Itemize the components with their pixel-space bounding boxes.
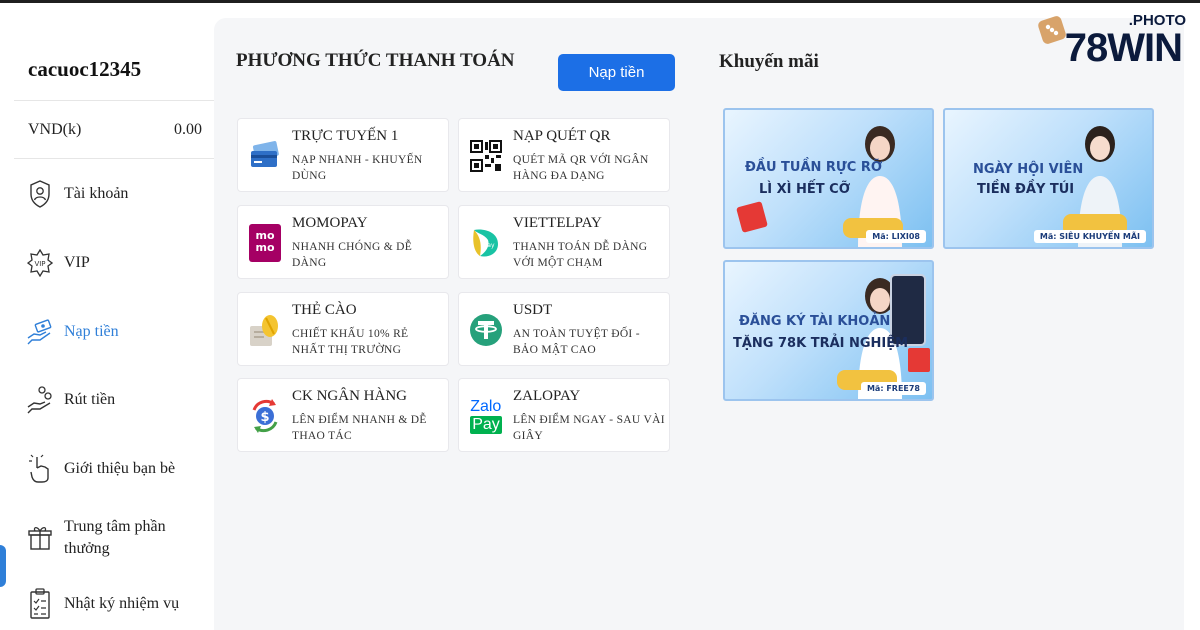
- sidebar-item-rewards[interactable]: Trung tâm phần thưởng: [26, 516, 212, 560]
- sidebar-item-label: Nhật ký nhiệm vụ: [64, 595, 180, 612]
- viettelpay-logo-icon: pay: [468, 223, 504, 263]
- floating-side-tab[interactable]: [0, 545, 6, 587]
- balance-value: 0.00: [174, 121, 202, 138]
- sidebar-item-label: Nạp tiền: [64, 323, 119, 340]
- promo-line1: NGÀY HỘI VIÊN: [973, 162, 1084, 177]
- promo-line1: ĐẦU TUẦN RỰC RỠ: [745, 160, 883, 175]
- payment-method-title: VIETTELPAY: [513, 215, 602, 231]
- payment-method-title: NẠP QUÉT QR: [513, 128, 611, 144]
- promo-banner-register[interactable]: ĐĂNG KÝ TÀI KHOẢN TẶNG 78K TRẢI NGHIỆM M…: [723, 260, 934, 401]
- payment-method-desc: AN TOÀN TUYỆT ĐỐI - BẢO MẬT CAO: [513, 328, 640, 356]
- divider: [14, 100, 214, 101]
- payment-method-desc: QUÉT MÃ QR VỚI NGÂN HÀNG ĐA DẠNG: [513, 154, 649, 182]
- qr-code-icon: [468, 136, 504, 176]
- brand-logo: .PHOTO 78WIN: [1036, 12, 1186, 72]
- payment-method-online[interactable]: TRỰC TUYẾN 1 NẠP NHANH - KHUYẾN DÙNG: [237, 118, 449, 192]
- zalopay-logo-icon: Zalo Pay: [468, 396, 504, 436]
- promo-code: Mã: FREE78: [860, 382, 926, 395]
- sidebar-item-missions[interactable]: Nhật ký nhiệm vụ: [26, 588, 212, 619]
- deposit-hand-icon: [26, 317, 54, 347]
- sidebar-item-label: VIP: [64, 254, 90, 271]
- user-shield-icon: [26, 179, 54, 209]
- momo-logo-icon: mo mo: [247, 223, 283, 263]
- scratch-card-icon: [247, 310, 283, 350]
- svg-text:VIP: VIP: [34, 260, 45, 268]
- svg-text:$: $: [260, 410, 269, 425]
- promo-banner-monday[interactable]: ĐẦU TUẦN RỰC RỠ LÌ XÌ HẾT CỠ Mã: LIXI08: [723, 108, 934, 249]
- payment-method-scratch-card[interactable]: THẺ CÀO CHIẾT KHẤU 10% RẺ NHẤT THỊ TRƯỜN…: [237, 292, 449, 366]
- sidebar-item-label: Giới thiệu bạn bè: [64, 460, 176, 477]
- zalopay-logo-text-zalo: Zalo: [470, 398, 502, 415]
- tether-logo-icon: [468, 310, 504, 350]
- zalopay-logo-text-pay: Pay: [470, 416, 502, 434]
- payment-method-qr[interactable]: NẠP QUÉT QR QUÉT MÃ QR VỚI NGÂN HÀNG ĐA …: [458, 118, 670, 192]
- promo-line2: LÌ XÌ HẾT CỠ: [759, 182, 851, 197]
- main-panel: PHƯƠNG THỨC THANH TOÁN Nạp tiền TRỰC TUY…: [214, 18, 1184, 630]
- credit-card-icon: [247, 136, 283, 176]
- logo-text: 78WIN: [1064, 26, 1183, 70]
- deposit-button[interactable]: Nạp tiền: [558, 54, 675, 91]
- promo-line2: TẶNG 78K TRẢI NGHIỆM: [733, 336, 909, 351]
- payment-method-momo[interactable]: mo mo MOMOPAY NHANH CHÓNG & DỄ DÀNG: [237, 205, 449, 279]
- payment-method-title: THẺ CÀO: [292, 302, 357, 318]
- sidebar-item-vip[interactable]: VIP VIP: [26, 248, 212, 278]
- payment-method-bank-transfer[interactable]: $ CK NGÂN HÀNG LÊN ĐIỂM NHANH & DỄ THAO …: [237, 378, 449, 452]
- username: cacuoc12345: [28, 57, 142, 81]
- balance-label: VND(k): [28, 121, 82, 138]
- vip-badge-icon: VIP: [26, 248, 54, 278]
- payment-methods-title: PHƯƠNG THỨC THANH TOÁN: [236, 50, 515, 71]
- promo-line2: TIỀN ĐẦY TÚI: [977, 182, 1075, 197]
- promo-code: Mã: SIÊU KHUYẾN MÃI: [1033, 230, 1146, 243]
- payment-method-title: ZALOPAY: [513, 388, 581, 404]
- sidebar-item-label: Tài khoản: [64, 185, 129, 202]
- gift-box-icon: [908, 348, 930, 372]
- payment-method-desc: CHIẾT KHẤU 10% RẺ NHẤT THỊ TRƯỜNG: [292, 328, 409, 356]
- payment-method-title: USDT: [513, 302, 553, 318]
- account-sidebar: cacuoc12345 VND(k) 0.00 Tài khoản VIP VI…: [14, 3, 214, 630]
- payment-method-desc: NHANH CHÓNG & DỄ DÀNG: [292, 241, 413, 269]
- sidebar-item-label: Trung tâm phần thưởng: [64, 518, 166, 557]
- sidebar-item-deposit[interactable]: Nạp tiền: [26, 317, 212, 347]
- gift-icon: [26, 523, 54, 553]
- divider: [14, 158, 214, 159]
- sidebar-item-account[interactable]: Tài khoản: [26, 179, 212, 209]
- payment-method-desc: LÊN ĐIỂM NHANH & DỄ THAO TÁC: [292, 414, 427, 442]
- payment-method-title: CK NGÂN HÀNG: [292, 388, 407, 404]
- withdraw-hand-icon: [26, 385, 54, 415]
- sidebar-item-withdraw[interactable]: Rút tiền: [26, 385, 212, 415]
- payment-method-viettelpay[interactable]: pay VIETTELPAY THANH TOÁN DỄ DÀNG VỚI MỘ…: [458, 205, 670, 279]
- payment-method-desc: LÊN ĐIỂM NGAY - SAU VÀI GIÂY: [513, 414, 665, 442]
- payment-method-usdt[interactable]: USDT AN TOÀN TUYỆT ĐỐI - BẢO MẬT CAO: [458, 292, 670, 366]
- promo-banner-member-day[interactable]: NGÀY HỘI VIÊN TIỀN ĐẦY TÚI Mã: SIÊU KHUY…: [943, 108, 1154, 249]
- bank-transfer-icon: $: [247, 396, 283, 436]
- refer-friend-icon: [26, 454, 54, 484]
- payment-method-desc: NẠP NHANH - KHUYẾN DÙNG: [292, 154, 423, 182]
- promotions-title: Khuyến mãi: [719, 51, 819, 72]
- payment-method-desc: THANH TOÁN DỄ DÀNG VỚI MỘT CHẠM: [513, 241, 648, 269]
- momo-logo-text: mo mo: [249, 224, 281, 262]
- sidebar-item-refer[interactable]: Giới thiệu bạn bè: [26, 454, 212, 484]
- svg-text:pay: pay: [483, 242, 494, 249]
- clipboard-icon: [26, 588, 54, 619]
- payment-method-title: TRỰC TUYẾN 1: [292, 128, 399, 144]
- payment-method-title: MOMOPAY: [292, 215, 368, 231]
- sidebar-item-label: Rút tiền: [64, 391, 116, 408]
- payment-method-zalopay[interactable]: Zalo Pay ZALOPAY LÊN ĐIỂM NGAY - SAU VÀI…: [458, 378, 670, 452]
- promo-line1: ĐĂNG KÝ TÀI KHOẢN: [739, 314, 891, 329]
- promo-code: Mã: LIXI08: [866, 230, 926, 243]
- red-envelope-icon: [736, 201, 768, 233]
